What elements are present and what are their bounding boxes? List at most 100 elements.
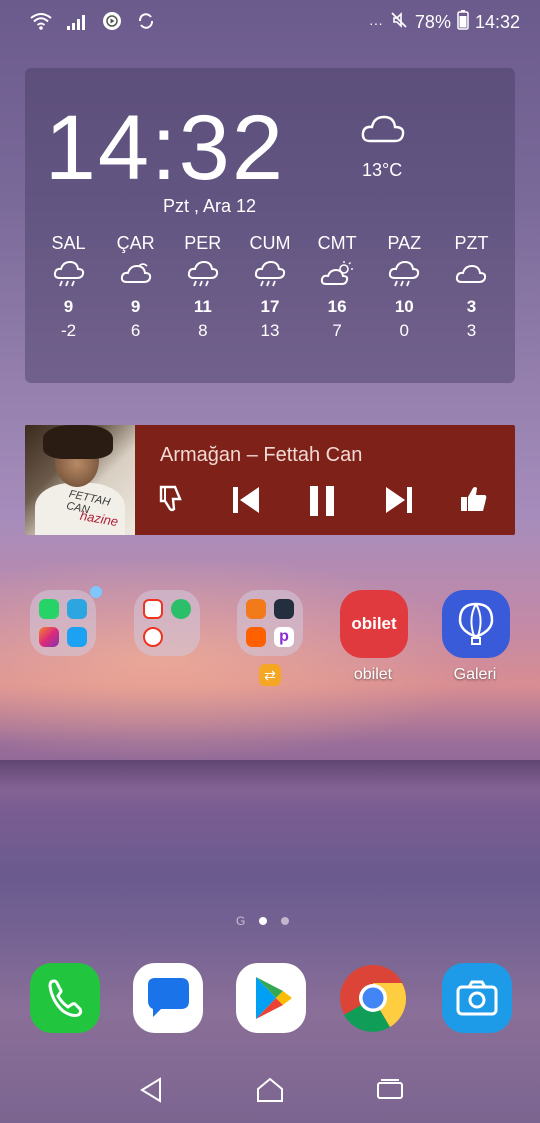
home-icon[interactable] bbox=[255, 1076, 285, 1109]
play-store-icon bbox=[256, 977, 292, 1019]
recents-icon[interactable] bbox=[376, 1078, 404, 1107]
rain-cloud-icon bbox=[236, 260, 303, 293]
forecast-low: 7 bbox=[332, 321, 342, 340]
play-store-app[interactable] bbox=[236, 963, 306, 1033]
folder-social[interactable] bbox=[30, 586, 102, 656]
forecast-high: 9 bbox=[63, 297, 74, 316]
forecast-high: 17 bbox=[260, 297, 280, 316]
forecast-low: 6 bbox=[130, 321, 141, 340]
status-bar: ··· 78% 14:32 bbox=[0, 0, 540, 44]
forecast-day-name: PER bbox=[184, 233, 222, 253]
forecast-high: 16 bbox=[327, 297, 347, 316]
app-label: Galeri bbox=[453, 666, 497, 683]
forecast-low: 0 bbox=[399, 321, 410, 340]
youtube-music-icon bbox=[143, 627, 163, 647]
forecast-low: 3 bbox=[466, 321, 477, 340]
forecast-day: CMT 16 7 bbox=[304, 233, 371, 341]
telegram-icon bbox=[67, 599, 87, 619]
forecast-day-name: PZT bbox=[454, 233, 489, 253]
play-circle-icon bbox=[102, 11, 122, 36]
thumbs-up-icon[interactable] bbox=[458, 483, 490, 520]
current-temperature: 13°C bbox=[362, 160, 403, 180]
chrome-icon bbox=[340, 965, 407, 1032]
thumbs-down-icon[interactable] bbox=[155, 483, 187, 520]
widget-date: Pzt , Ara 12 bbox=[163, 196, 257, 216]
forecast-day: ÇAR 9 6 bbox=[102, 233, 169, 341]
weather-widget[interactable]: 14:32 13°C Pzt , Ara 12 SAL 9 -2 ÇAR 9 6… bbox=[25, 68, 515, 383]
album-art[interactable]: FETTAH CAN hazine bbox=[25, 425, 135, 535]
instagram-icon bbox=[39, 627, 59, 647]
camera-app[interactable] bbox=[442, 963, 512, 1033]
notification-dot bbox=[90, 586, 102, 598]
battery-icon bbox=[457, 10, 469, 35]
page-indicator[interactable]: G bbox=[236, 914, 290, 928]
forecast-low: 8 bbox=[198, 321, 208, 340]
forecast-day-name: CUM bbox=[249, 233, 291, 253]
music-widget[interactable]: FETTAH CAN hazine Armağan – Fettah Can bbox=[25, 425, 515, 535]
phone-icon bbox=[48, 979, 83, 1017]
folder-shopping[interactable]: p ⇄ bbox=[237, 590, 303, 686]
sync-icon bbox=[136, 11, 156, 36]
forecast-row: SAL 9 -2 ÇAR 9 6 PER 11 8 CUM 17 13 CMT … bbox=[35, 233, 505, 341]
next-icon[interactable] bbox=[383, 485, 415, 520]
forecast-day-name: ÇAR bbox=[116, 233, 155, 253]
messages-icon bbox=[148, 978, 189, 1017]
playback-controls bbox=[155, 483, 495, 523]
cloud-icon bbox=[360, 113, 406, 150]
forecast-day: PAZ 10 0 bbox=[371, 233, 438, 341]
rain-cloud-icon bbox=[35, 260, 102, 293]
hepsiburada-icon bbox=[246, 627, 266, 647]
rain-cloud-icon bbox=[371, 260, 438, 293]
papara-icon: p bbox=[274, 627, 294, 647]
forecast-day-name: PAZ bbox=[387, 233, 422, 253]
chrome-app[interactable] bbox=[338, 963, 408, 1033]
obilet-icon: obilet bbox=[340, 590, 408, 658]
amazon-icon bbox=[274, 599, 294, 619]
phone-app[interactable] bbox=[30, 963, 100, 1033]
trendyol-icon bbox=[246, 599, 266, 619]
wifi-icon bbox=[30, 12, 52, 35]
app-gallery[interactable]: Galeri bbox=[442, 590, 510, 684]
twitter-icon bbox=[67, 627, 87, 647]
forecast-low: -2 bbox=[60, 321, 77, 340]
mute-icon bbox=[389, 10, 409, 35]
youtube-icon bbox=[143, 599, 163, 619]
forecast-day-name: SAL bbox=[51, 233, 86, 253]
app-label: obilet bbox=[353, 666, 393, 683]
track-title: Armağan – Fettah Can bbox=[160, 444, 363, 466]
forecast-day: SAL 9 -2 bbox=[35, 233, 102, 341]
gallery-icon bbox=[442, 590, 510, 658]
forecast-day: PER 11 8 bbox=[169, 233, 236, 341]
page-dot bbox=[259, 917, 268, 925]
forecast-day-name: CMT bbox=[317, 233, 357, 253]
previous-icon[interactable] bbox=[230, 485, 262, 520]
timer-icon bbox=[171, 599, 191, 619]
camera-icon bbox=[456, 980, 498, 1016]
battery-percent: 78% bbox=[414, 12, 451, 32]
forecast-day: PZT 3 3 bbox=[438, 233, 505, 341]
partly-cloudy-icon bbox=[102, 260, 169, 293]
rain-cloud-icon bbox=[169, 260, 236, 293]
whatsapp-icon bbox=[39, 599, 59, 619]
forecast-high: 9 bbox=[130, 297, 141, 316]
status-time: 14:32 bbox=[474, 12, 520, 32]
google-feed-indicator: G bbox=[236, 914, 246, 928]
navigation-bar bbox=[0, 1070, 540, 1110]
folder-media[interactable] bbox=[134, 590, 200, 656]
more-notifications: ··· bbox=[368, 14, 383, 31]
sun-cloud-icon bbox=[304, 260, 371, 293]
forecast-high: 3 bbox=[466, 297, 477, 316]
messages-app[interactable] bbox=[133, 963, 203, 1033]
forecast-day: CUM 17 13 bbox=[236, 233, 303, 341]
forecast-high: 11 bbox=[193, 297, 212, 316]
app-obilet[interactable]: obilet obilet bbox=[340, 590, 408, 684]
forecast-low: 13 bbox=[260, 321, 280, 340]
widget-clock: 14:32 bbox=[44, 97, 285, 199]
swap-icon: ⇄ bbox=[259, 664, 281, 686]
forecast-high: 10 bbox=[394, 297, 414, 316]
pause-icon[interactable] bbox=[307, 485, 337, 522]
back-icon[interactable] bbox=[138, 1076, 164, 1109]
signal-icon bbox=[66, 12, 88, 35]
page-dot bbox=[281, 917, 290, 925]
cloud-icon bbox=[438, 260, 505, 293]
